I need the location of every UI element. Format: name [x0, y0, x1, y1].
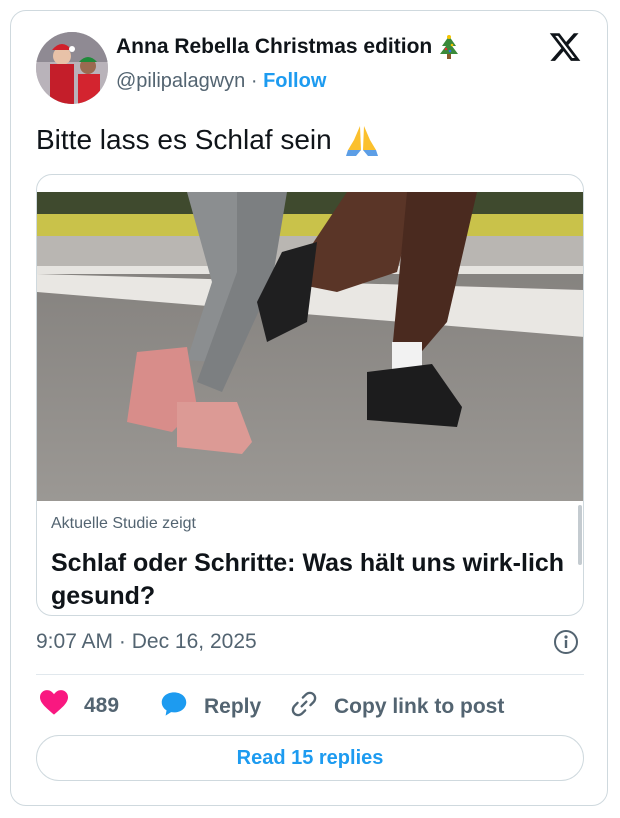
speech-bubble-icon [160, 690, 188, 724]
action-bar: 489 Reply Copy link to post [36, 684, 584, 724]
author-handle[interactable]: @pilipalagwyn [116, 70, 245, 92]
like-button[interactable]: 489 [40, 690, 119, 722]
link-source: Aktuelle Studie zeigt [51, 515, 196, 532]
copy-link-button[interactable]: Copy link to post [290, 690, 504, 724]
reply-button[interactable]: Reply [160, 690, 261, 724]
time: 9:07 AM [36, 630, 114, 653]
separator: · [250, 70, 258, 92]
christmas-tree-icon [438, 34, 460, 60]
heart-icon [40, 690, 68, 722]
divider [36, 674, 584, 675]
link-icon [290, 690, 318, 724]
author-name[interactable]: Anna Rebella Christmas edition [116, 34, 460, 60]
tweet-text-content: Bitte lass es Schlaf sein [36, 124, 332, 155]
avatar[interactable] [36, 32, 108, 104]
date: Dec 16, 2025 [131, 630, 257, 653]
author-name-text: Anna Rebella Christmas edition [116, 35, 433, 58]
follow-button[interactable]: Follow [263, 70, 326, 92]
link-title: Schlaf oder Schritte: Was hält uns wirk-… [51, 549, 565, 610]
info-icon[interactable] [553, 629, 579, 655]
tweet-text: Bitte lass es Schlaf sein [36, 120, 382, 160]
article-image [37, 192, 583, 501]
scrollbar[interactable] [578, 505, 582, 565]
read-replies-button[interactable]: Read 15 replies [36, 735, 584, 781]
copy-link-label: Copy link to post [334, 695, 505, 718]
folded-hands-icon [342, 120, 382, 160]
like-count: 489 [84, 694, 120, 717]
author-handle-row: @pilipalagwyn · Follow [116, 70, 326, 93]
read-replies-label: Read 15 replies [236, 746, 384, 769]
separator: · [118, 630, 126, 653]
reply-label: Reply [204, 695, 262, 718]
link-preview-card[interactable]: Aktuelle Studie zeigt Schlaf oder Schrit… [36, 174, 584, 616]
x-logo-icon[interactable] [548, 30, 582, 64]
timestamp[interactable]: 9:07 AM · Dec 16, 2025 [36, 630, 257, 654]
